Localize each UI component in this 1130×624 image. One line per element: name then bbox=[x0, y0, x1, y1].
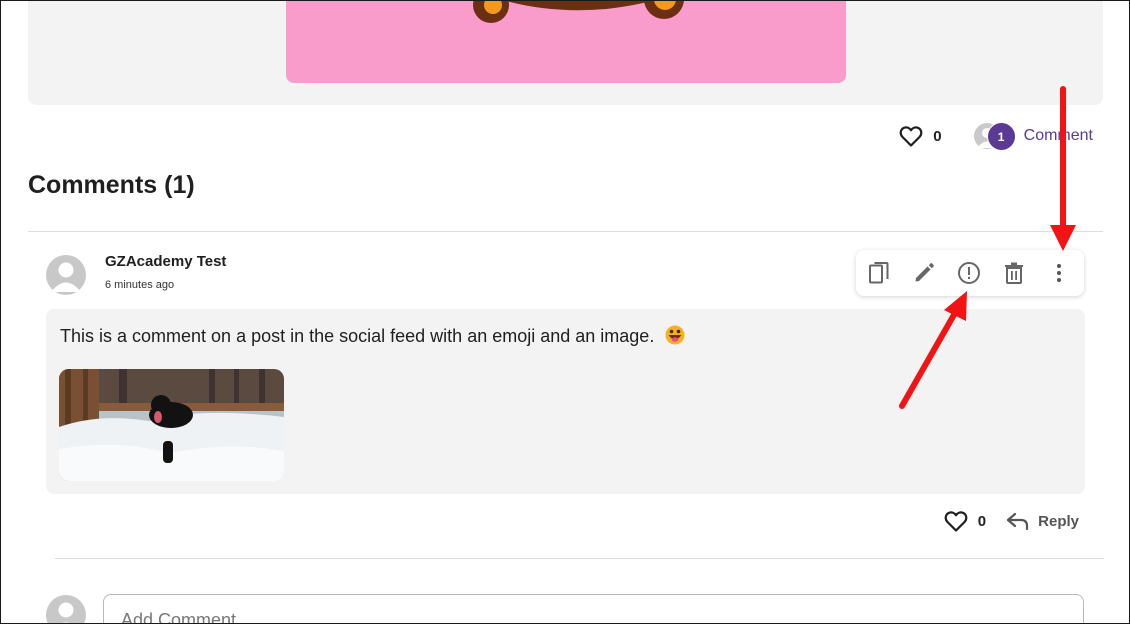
commenter-avatars: 1 bbox=[973, 122, 1018, 151]
post-card bbox=[28, 1, 1103, 105]
comment-actions: 0 Reply bbox=[944, 507, 1079, 535]
comment-author-avatar[interactable] bbox=[46, 255, 86, 295]
add-comment-input[interactable] bbox=[103, 594, 1084, 623]
annotation-arrow-more bbox=[1050, 86, 1076, 251]
comment-like-count: 0 bbox=[977, 512, 987, 530]
comment-text: This is a comment on a post in the socia… bbox=[60, 326, 655, 346]
post-like-button[interactable]: 0 bbox=[899, 125, 942, 147]
more-options-button[interactable] bbox=[1036, 250, 1081, 296]
comment-image[interactable] bbox=[59, 369, 284, 481]
pencil-icon bbox=[915, 263, 934, 282]
report-button[interactable] bbox=[946, 250, 991, 296]
person-icon bbox=[58, 602, 74, 623]
post-actions: 0 1 Comment bbox=[899, 120, 1093, 152]
current-user-avatar bbox=[46, 595, 86, 623]
snow-dog-photo bbox=[59, 369, 284, 481]
delete-button[interactable] bbox=[991, 250, 1036, 296]
comments-heading: Comments (1) bbox=[28, 171, 195, 199]
heart-icon bbox=[944, 511, 968, 532]
comment-author-name[interactable]: GZAcademy Test bbox=[105, 253, 226, 270]
report-icon bbox=[957, 262, 980, 284]
comment-text-line: This is a comment on a post in the socia… bbox=[60, 325, 685, 350]
trash-icon bbox=[1004, 262, 1023, 284]
grinning-face-with-tongue-emoji bbox=[665, 325, 685, 350]
comment-count-badge: 1 bbox=[986, 122, 1016, 151]
reply-arrow-icon bbox=[1007, 512, 1029, 530]
copy-button[interactable] bbox=[856, 250, 901, 296]
comment-like-button[interactable]: 0 bbox=[944, 510, 986, 532]
comment-link-label: Comment bbox=[1023, 127, 1093, 144]
person-icon bbox=[51, 262, 81, 292]
copy-icon bbox=[868, 262, 888, 284]
reply-button[interactable]: Reply bbox=[1006, 512, 1079, 530]
post-image bbox=[286, 1, 846, 83]
edit-button[interactable] bbox=[901, 250, 946, 296]
divider bbox=[28, 231, 1103, 232]
reply-label: Reply bbox=[1038, 512, 1079, 530]
divider bbox=[55, 558, 1104, 559]
post-like-count: 0 bbox=[933, 127, 942, 145]
heart-icon bbox=[899, 126, 923, 147]
comment-timestamp: 6 minutes ago bbox=[105, 279, 175, 291]
more-vertical-icon bbox=[1056, 264, 1061, 282]
post-comment-link[interactable]: 1 Comment bbox=[973, 122, 1093, 151]
app-window: 0 1 Comment Comments (1) GZAcademy Test … bbox=[0, 0, 1130, 624]
cartoon-illustration bbox=[473, 1, 684, 23]
comment-body: This is a comment on a post in the socia… bbox=[46, 309, 1085, 494]
comment-toolbar bbox=[856, 250, 1084, 296]
